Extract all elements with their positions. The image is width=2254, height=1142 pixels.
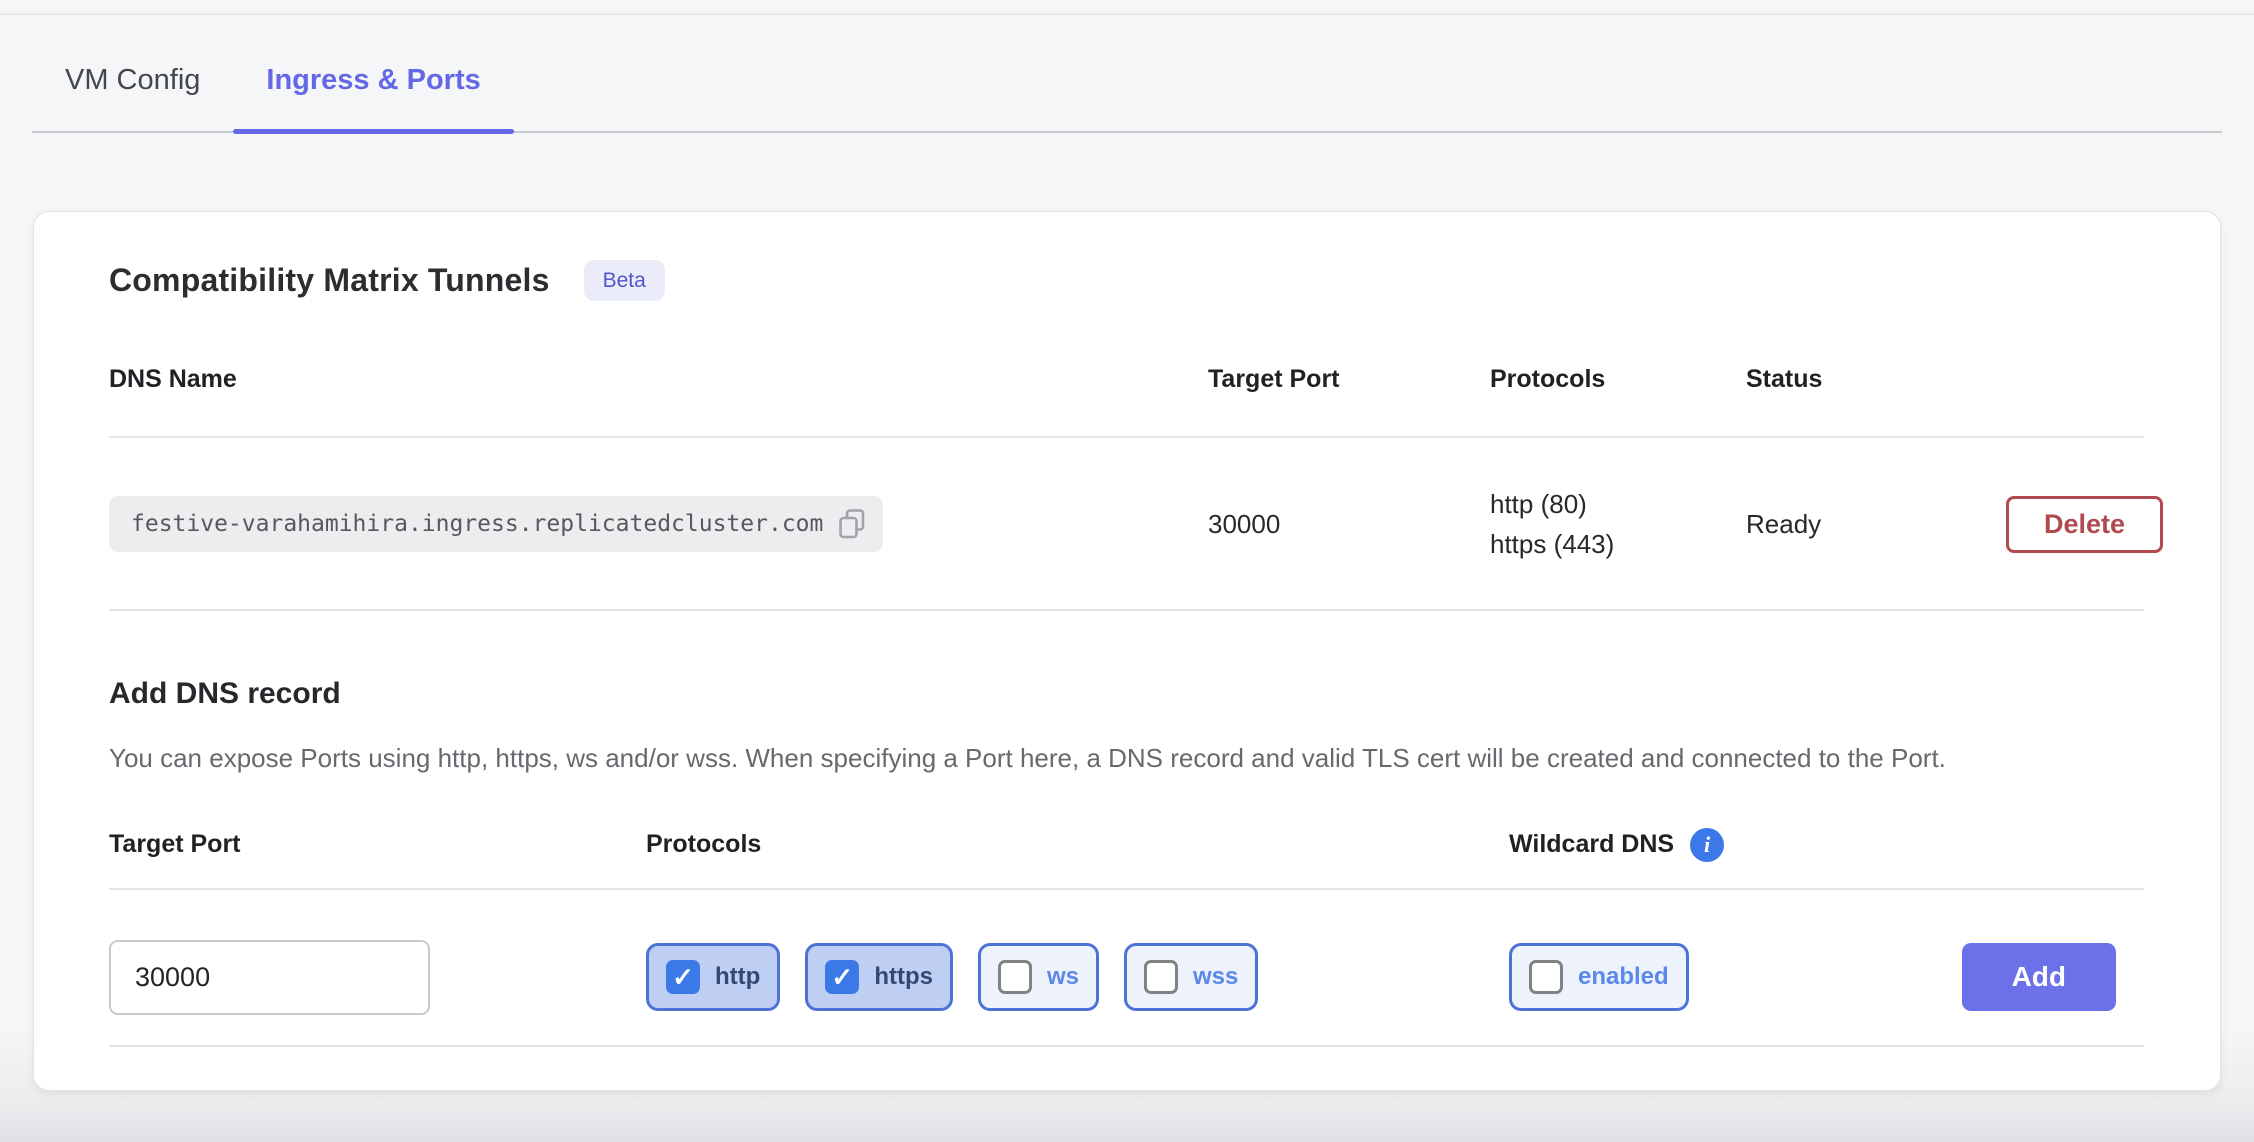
top-divider — [0, 13, 2254, 15]
http-checkbox-label: http — [715, 963, 760, 991]
dns-name-value: festive-varahamihira.ingress.replicatedc… — [131, 511, 823, 537]
table-header-row: DNS Name Target Port Protocols Status — [109, 301, 2144, 438]
wss-checkbox-label: wss — [1193, 963, 1238, 991]
add-dns-record-description: You can expose Ports using http, https, … — [109, 739, 2144, 778]
info-icon[interactable] — [1690, 828, 1724, 862]
column-header-dns-name: DNS Name — [109, 365, 1208, 394]
table-row: festive-varahamihira.ingress.replicatedc… — [109, 438, 2144, 611]
column-header-status: Status — [1746, 365, 2006, 394]
wildcard-enabled-option[interactable]: enabled — [1509, 943, 1689, 1011]
form-label-protocols: Protocols — [646, 830, 1509, 859]
ws-checkbox-label: ws — [1047, 963, 1079, 991]
wildcard-dns-cell: enabled — [1509, 943, 1909, 1011]
tab-bar: VM Config Ingress & Ports — [32, 0, 2222, 133]
protocol-line-http: http (80) — [1490, 484, 1746, 524]
protocols-cell: http (80) https (443) — [1490, 484, 1746, 565]
copy-icon[interactable] — [839, 509, 865, 539]
form-label-target-port: Target Port — [109, 830, 646, 859]
add-button-cell: Add — [1909, 943, 2144, 1011]
column-header-protocols: Protocols — [1490, 365, 1746, 394]
protocol-option-wss[interactable]: wss — [1124, 943, 1258, 1011]
form-label-wildcard-dns: Wildcard DNS — [1509, 828, 1909, 862]
https-checkbox[interactable] — [825, 960, 859, 994]
column-header-target-port: Target Port — [1208, 365, 1490, 394]
wss-checkbox[interactable] — [1144, 960, 1178, 994]
dns-name-cell: festive-varahamihira.ingress.replicatedc… — [109, 496, 1208, 552]
wildcard-enabled-label: enabled — [1578, 963, 1669, 991]
tab-ingress-ports[interactable]: Ingress & Ports — [233, 52, 513, 131]
status-cell: Ready — [1746, 509, 2006, 540]
https-checkbox-label: https — [874, 963, 933, 991]
tab-vm-config[interactable]: VM Config — [32, 52, 233, 131]
add-dns-record-title: Add DNS record — [109, 677, 2144, 711]
delete-button[interactable]: Delete — [2006, 496, 2163, 553]
add-button[interactable]: Add — [1962, 943, 2116, 1011]
dns-name-pill: festive-varahamihira.ingress.replicatedc… — [109, 496, 883, 552]
protocol-line-https: https (443) — [1490, 524, 1746, 564]
target-port-cell: 30000 — [1208, 509, 1490, 540]
protocol-option-http[interactable]: http — [646, 943, 780, 1011]
card-title-row: Compatibility Matrix Tunnels Beta — [109, 260, 2144, 301]
target-port-field-cell — [109, 940, 646, 1015]
tunnels-card: Compatibility Matrix Tunnels Beta DNS Na… — [33, 211, 2221, 1091]
form-labels-row: Target Port Protocols Wildcard DNS — [109, 778, 2144, 890]
http-checkbox[interactable] — [666, 960, 700, 994]
add-dns-record-section: Add DNS record You can expose Ports usin… — [109, 611, 2144, 1047]
beta-badge: Beta — [584, 260, 665, 301]
form-row: http https ws wss enabled — [109, 890, 2144, 1047]
target-port-input[interactable] — [109, 940, 430, 1015]
wildcard-enabled-checkbox[interactable] — [1529, 960, 1563, 994]
protocol-option-ws[interactable]: ws — [978, 943, 1099, 1011]
ws-checkbox[interactable] — [998, 960, 1032, 994]
wildcard-dns-label-text: Wildcard DNS — [1509, 830, 1674, 859]
protocol-option-https[interactable]: https — [805, 943, 953, 1011]
actions-cell: Delete — [2006, 496, 2193, 553]
protocol-options-group: http https ws wss — [646, 943, 1509, 1011]
page-title: Compatibility Matrix Tunnels — [109, 262, 550, 299]
